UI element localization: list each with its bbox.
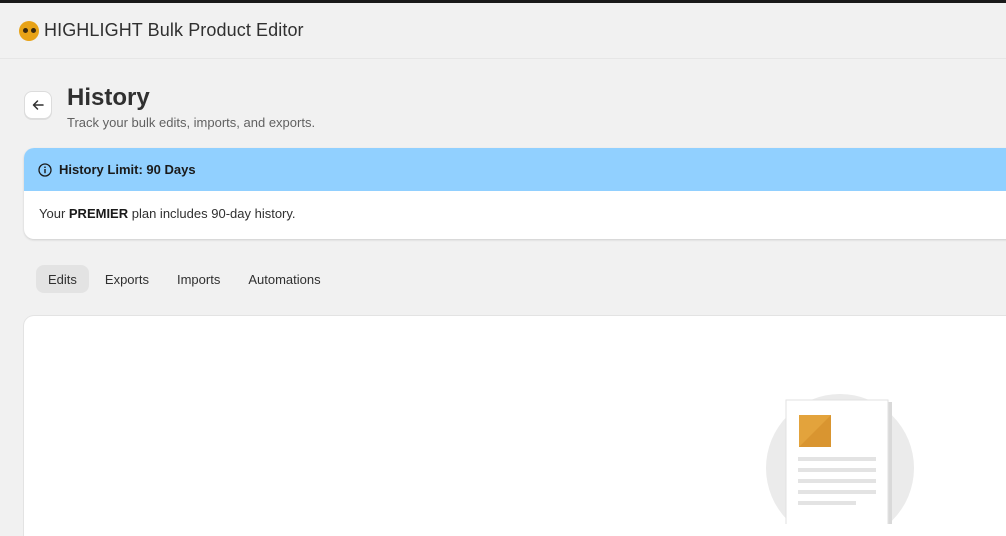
info-icon (38, 162, 52, 177)
tab-automations[interactable]: Automations (236, 265, 332, 293)
back-button[interactable] (24, 91, 52, 119)
document-empty-state-icon (766, 394, 916, 536)
history-limit-banner: History Limit: 90 Days Your PREMIER plan… (24, 148, 1006, 239)
banner-title: History Limit: 90 Days (59, 162, 196, 177)
tab-exports[interactable]: Exports (93, 265, 161, 293)
banner-body: Your PREMIER plan includes 90-day histor… (24, 191, 1006, 236)
tab-edits[interactable]: Edits (36, 265, 89, 293)
arrow-left-icon (31, 98, 45, 112)
highlight-logo-icon (19, 20, 39, 41)
app-title: HIGHLIGHT Bulk Product Editor (44, 20, 304, 40)
tab-imports[interactable]: Imports (165, 265, 232, 293)
history-tabs: Edits Exports Imports Automations (36, 265, 337, 293)
banner-body-suffix: plan includes 90-day history. (128, 206, 296, 221)
history-card (24, 316, 1006, 536)
app-header: HIGHLIGHT Bulk Product Editor (0, 3, 1006, 59)
page-subtitle: Track your bulk edits, imports, and expo… (67, 115, 316, 130)
page-title: History (67, 84, 150, 111)
plan-name: PREMIER (68, 206, 129, 221)
banner-header: History Limit: 90 Days (24, 148, 1006, 191)
banner-body-prefix: Your (39, 206, 69, 221)
